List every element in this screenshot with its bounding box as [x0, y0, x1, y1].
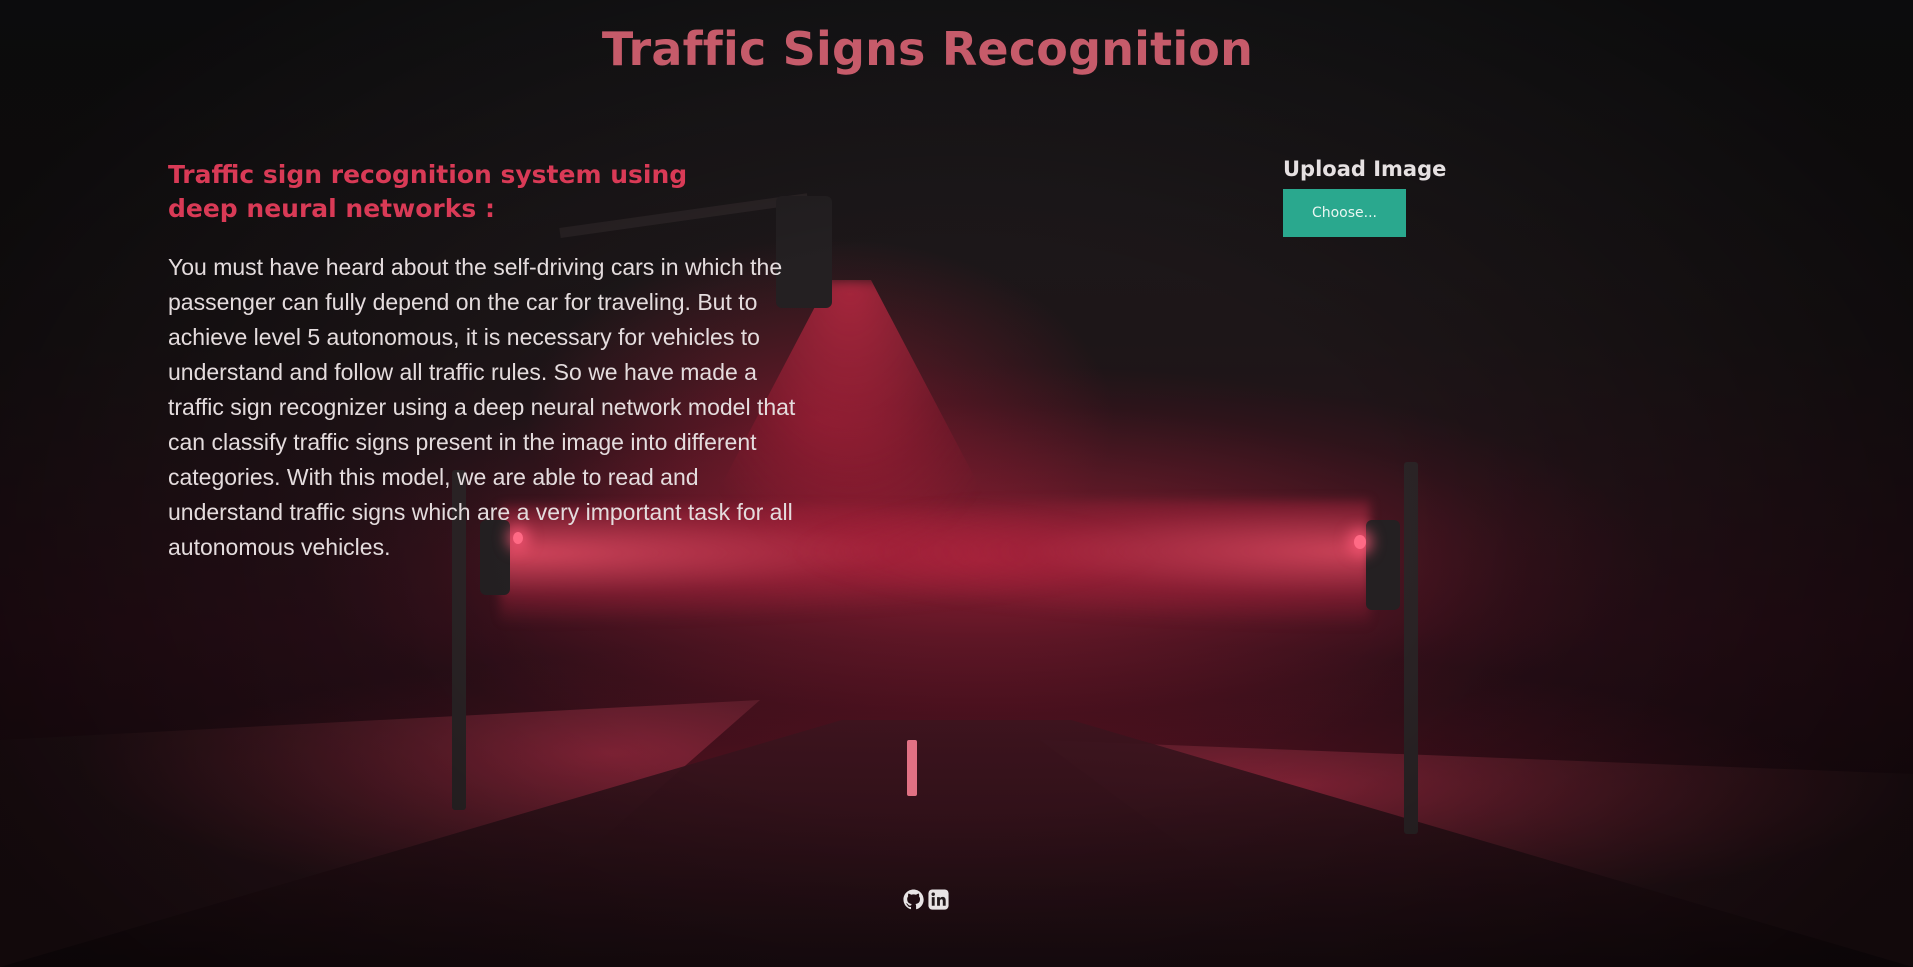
linkedin-icon[interactable] [927, 888, 950, 911]
traffic-light-pole-right [1404, 462, 1418, 834]
footer-social-links [902, 888, 950, 911]
choose-file-button[interactable]: Choose... [1283, 189, 1406, 237]
red-lamp-right [1354, 535, 1366, 549]
road-marking [907, 740, 917, 796]
page-title: Traffic Signs Recognition [601, 22, 1254, 76]
intro-description: You must have heard about the self-drivi… [168, 254, 796, 560]
intro-heading: Traffic sign recognition system using de… [168, 160, 688, 223]
traffic-light-right [1366, 520, 1400, 610]
intro-section: Traffic sign recognition system using de… [168, 158, 818, 565]
upload-section: Upload Image Choose... [1283, 157, 1446, 237]
upload-label: Upload Image [1283, 157, 1447, 181]
github-icon[interactable] [902, 888, 925, 911]
